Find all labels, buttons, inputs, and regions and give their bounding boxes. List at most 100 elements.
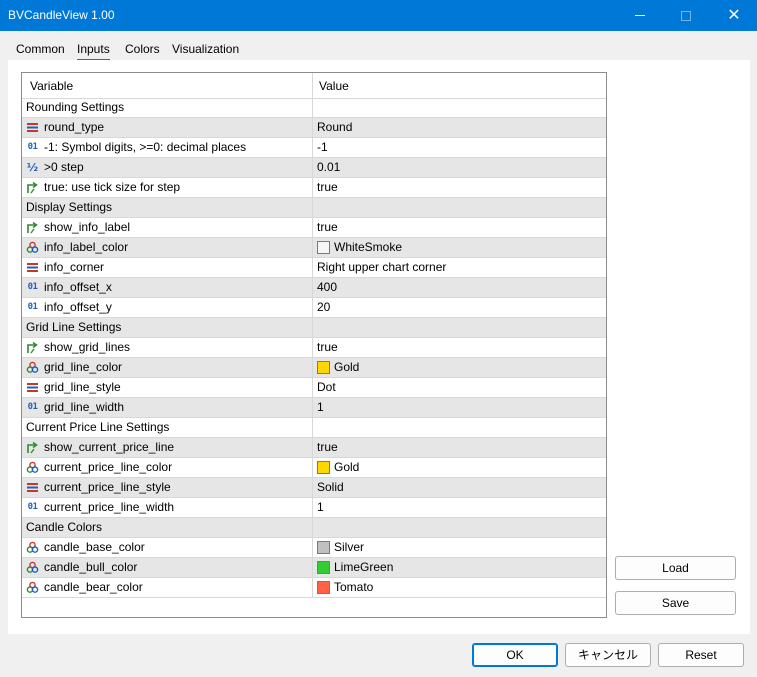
variable-name: grid_line_color <box>44 360 123 374</box>
value-cell[interactable]: true <box>314 338 606 357</box>
value-text: 20 <box>317 300 331 314</box>
parameter-row[interactable]: 01 info_offset_x 400 <box>22 278 606 298</box>
value-text: true <box>317 180 338 194</box>
save-button[interactable]: Save <box>615 591 736 615</box>
close-button[interactable]: ✕ <box>711 0 757 31</box>
parameter-row[interactable]: round_type Round <box>22 118 606 138</box>
parameter-row[interactable]: show_info_label true <box>22 218 606 238</box>
value-cell[interactable]: 0.01 <box>314 158 606 177</box>
section-label: Display Settings <box>22 198 313 217</box>
parameter-row[interactable]: info_corner Right upper chart corner <box>22 258 606 278</box>
variable-name: grid_line_width <box>44 400 125 414</box>
ok-button[interactable]: OK <box>472 643 558 667</box>
value-cell[interactable]: Gold <box>314 458 606 477</box>
variable-name: info_corner <box>44 260 105 274</box>
variable-cell: current_price_line_color <box>22 458 313 477</box>
tab-bar: Common Inputs Colors Visualization <box>8 38 750 61</box>
grid-rows: Rounding Settings round_type Round 01 -1: Sy… <box>22 98 606 598</box>
parameter-row[interactable]: 01 grid_line_width 1 <box>22 398 606 418</box>
parameter-row[interactable]: 01 -1: Symbol digits, >=0: decimal places… <box>22 138 606 158</box>
value-cell[interactable]: Silver <box>314 538 606 557</box>
color-swatch <box>317 561 330 574</box>
tab-inputs[interactable]: Inputs <box>77 42 110 61</box>
tab-common[interactable]: Common <box>16 42 65 56</box>
section-title: Current Price Line Settings <box>26 420 170 434</box>
variable-cell: info_label_color <box>22 238 313 257</box>
integer-icon: 01 <box>27 502 38 512</box>
variable-cell: candle_bull_color <box>22 558 313 577</box>
value-cell[interactable]: Dot <box>314 378 606 397</box>
section-row: Candle Colors <box>22 518 606 538</box>
value-text: Round <box>317 120 353 134</box>
variable-cell: 01 current_price_line_width <box>22 498 313 517</box>
parameter-row[interactable]: info_label_color WhiteSmoke <box>22 238 606 258</box>
value-cell[interactable]: Right upper chart corner <box>314 258 606 277</box>
parameter-row[interactable]: 01 current_price_line_width 1 <box>22 498 606 518</box>
value-text: 1 <box>317 500 324 514</box>
grid-header: Variable Value <box>22 73 606 99</box>
variable-name: info_label_color <box>44 240 129 254</box>
value-text: Silver <box>334 540 365 554</box>
parameter-row[interactable]: candle_base_color Silver <box>22 538 606 558</box>
value-cell[interactable]: LimeGreen <box>314 558 606 577</box>
color-palette-icon <box>26 561 39 574</box>
parameter-row[interactable]: 01 info_offset_y 20 <box>22 298 606 318</box>
parameter-row[interactable]: show_grid_lines true <box>22 338 606 358</box>
parameter-row[interactable]: current_price_line_color Gold <box>22 458 606 478</box>
variable-name: show_info_label <box>44 220 131 234</box>
value-cell[interactable]: true <box>314 218 606 237</box>
tab-visualization[interactable]: Visualization <box>172 42 239 56</box>
section-label: Current Price Line Settings <box>22 418 313 437</box>
value-cell[interactable]: 1 <box>314 498 606 517</box>
parameter-row[interactable]: true: use tick size for step true <box>22 178 606 198</box>
variable-cell: candle_base_color <box>22 538 313 557</box>
enum-list-icon <box>26 121 39 134</box>
value-text: true <box>317 340 338 354</box>
minimize-icon <box>635 15 645 16</box>
boolean-icon <box>26 181 39 194</box>
enum-list-icon <box>26 481 39 494</box>
value-cell[interactable]: 20 <box>314 298 606 317</box>
value-cell[interactable]: Round <box>314 118 606 137</box>
column-header-value[interactable]: Value <box>313 73 606 99</box>
parameter-row[interactable]: candle_bull_color LimeGreen <box>22 558 606 578</box>
value-cell[interactable]: Tomato <box>314 578 606 597</box>
value-cell[interactable]: WhiteSmoke <box>314 238 606 257</box>
parameter-row[interactable]: ½ >0 step 0.01 <box>22 158 606 178</box>
value-cell <box>314 318 606 337</box>
value-cell[interactable]: Gold <box>314 358 606 377</box>
tab-colors[interactable]: Colors <box>125 42 160 56</box>
parameter-row[interactable]: candle_bear_color Tomato <box>22 578 606 598</box>
value-cell[interactable]: 1 <box>314 398 606 417</box>
cancel-button[interactable]: キャンセル <box>565 643 651 667</box>
window-title: BVCandleView 1.00 <box>8 8 115 22</box>
value-text: -1 <box>317 140 328 154</box>
variable-name: info_offset_y <box>44 300 112 314</box>
color-palette-icon <box>26 581 39 594</box>
value-cell <box>314 98 606 117</box>
value-text: 1 <box>317 400 324 414</box>
value-cell[interactable]: Solid <box>314 478 606 497</box>
value-text: Solid <box>317 480 344 494</box>
parameter-row[interactable]: show_current_price_line true <box>22 438 606 458</box>
value-cell <box>314 418 606 437</box>
value-cell <box>314 198 606 217</box>
value-cell[interactable]: true <box>314 178 606 197</box>
reset-button[interactable]: Reset <box>658 643 744 667</box>
variable-cell: 01 info_offset_y <box>22 298 313 317</box>
parameter-row[interactable]: current_price_line_style Solid <box>22 478 606 498</box>
column-header-variable[interactable]: Variable <box>22 73 313 99</box>
parameter-row[interactable]: grid_line_style Dot <box>22 378 606 398</box>
value-cell[interactable]: 400 <box>314 278 606 297</box>
variable-name: current_price_line_color <box>44 460 173 474</box>
minimize-button[interactable] <box>617 0 663 31</box>
variable-cell: grid_line_style <box>22 378 313 397</box>
variable-name: -1: Symbol digits, >=0: decimal places <box>44 140 247 154</box>
section-label: Candle Colors <box>22 518 313 537</box>
value-cell[interactable]: -1 <box>314 138 606 157</box>
value-cell[interactable]: true <box>314 438 606 457</box>
variable-name: true: use tick size for step <box>44 180 181 194</box>
parameter-row[interactable]: grid_line_color Gold <box>22 358 606 378</box>
color-swatch <box>317 361 330 374</box>
load-button[interactable]: Load <box>615 556 736 580</box>
